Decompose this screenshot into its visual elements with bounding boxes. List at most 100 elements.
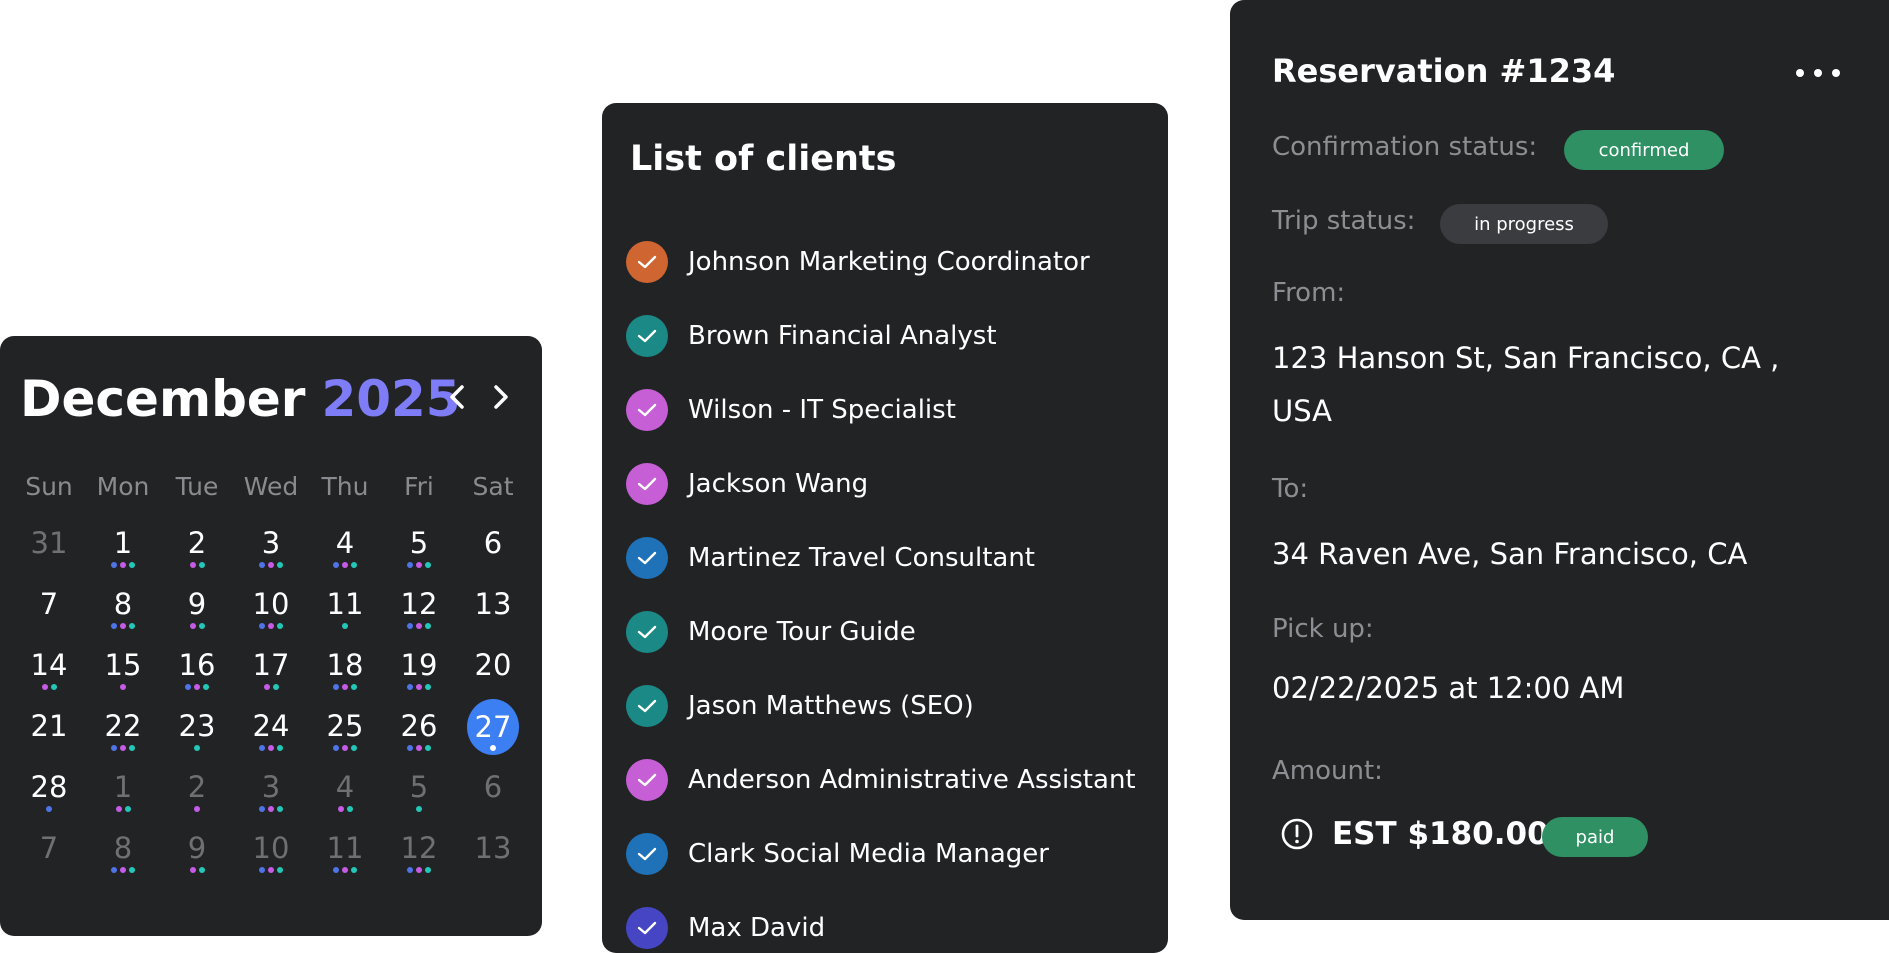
calendar-day[interactable]: 7 [12, 583, 86, 644]
client-list-item[interactable]: Moore Tour Guide [626, 595, 1136, 669]
client-name: Wilson - IT Specialist [688, 395, 956, 425]
client-checkbox[interactable] [626, 907, 668, 949]
event-dot-purple [194, 684, 200, 690]
event-dots [12, 745, 86, 751]
event-dot-teal [277, 806, 283, 812]
event-dot-purple [416, 562, 422, 568]
calendar-day[interactable]: 23 [160, 705, 234, 766]
client-list-item[interactable]: Jason Matthews (SEO) [626, 669, 1136, 743]
calendar-day[interactable]: 24 [234, 705, 308, 766]
event-dot-blue [407, 867, 413, 873]
calendar-day[interactable]: 4 [308, 766, 382, 827]
calendar-day[interactable]: 15 [86, 644, 160, 705]
client-checkbox[interactable] [626, 833, 668, 875]
client-checkbox[interactable] [626, 611, 668, 653]
event-dots [12, 867, 86, 873]
more-horizontal-icon-dot [1832, 69, 1840, 77]
event-dot-teal [129, 623, 135, 629]
client-list-item[interactable]: Wilson - IT Specialist [626, 373, 1136, 447]
event-dot-blue [407, 745, 413, 751]
calendar-day[interactable]: 19 [382, 644, 456, 705]
calendar-day-number: 25 [326, 709, 364, 743]
event-dots [308, 623, 382, 629]
calendar-day[interactable]: 6 [456, 766, 530, 827]
calendar-day[interactable]: 21 [12, 705, 86, 766]
event-dot-purple [416, 867, 422, 873]
client-checkbox[interactable] [626, 537, 668, 579]
event-dot-teal [198, 867, 205, 873]
calendar-day[interactable]: 11 [308, 827, 382, 888]
more-options-button[interactable] [1796, 62, 1840, 84]
calendar-day[interactable]: 2 [160, 766, 234, 827]
calendar-day[interactable]: 10 [234, 583, 308, 644]
event-dot-blue [259, 806, 265, 812]
client-checkbox[interactable] [626, 685, 668, 727]
calendar-day[interactable]: 1 [86, 522, 160, 583]
chevron-right-icon [494, 385, 508, 409]
calendar-day[interactable]: 16 [160, 644, 234, 705]
calendar-day[interactable]: 7 [12, 827, 86, 888]
calendar-day[interactable]: 17 [234, 644, 308, 705]
calendar-day[interactable]: 22 [86, 705, 160, 766]
calendar-day[interactable]: 9 [160, 827, 234, 888]
event-dot-teal [351, 745, 357, 751]
calendar-day[interactable]: 28 [12, 766, 86, 827]
calendar-day[interactable]: 11 [308, 583, 382, 644]
client-name: Jackson Wang [688, 469, 869, 499]
client-checkbox[interactable] [626, 389, 668, 431]
calendar-day[interactable]: 9 [160, 583, 234, 644]
calendar-day[interactable]: 3 [234, 766, 308, 827]
calendar-day[interactable]: 4 [308, 522, 382, 583]
calendar-next-button[interactable] [486, 382, 516, 412]
client-list-item[interactable]: Anderson Administrative Assistant [626, 743, 1136, 817]
event-dot-blue [407, 623, 413, 629]
calendar-month: December [20, 370, 306, 428]
event-dot-teal [425, 867, 431, 873]
client-checkbox[interactable] [626, 463, 668, 505]
calendar-day[interactable]: 5 [382, 522, 456, 583]
calendar-day[interactable]: 1 [86, 766, 160, 827]
client-list-item[interactable]: Johnson Marketing Coordinator [626, 225, 1136, 299]
calendar-day[interactable]: 12 [382, 583, 456, 644]
calendar-day-today[interactable]: 27 [456, 699, 530, 766]
calendar-day[interactable]: 13 [456, 827, 530, 888]
event-dot-purple [189, 623, 196, 629]
event-dot-purple [416, 623, 422, 629]
calendar-day[interactable]: 8 [86, 583, 160, 644]
client-checkbox[interactable] [626, 241, 668, 283]
client-list-item[interactable]: Max David [626, 891, 1136, 953]
client-list-item[interactable]: Martinez Travel Consultant [626, 521, 1136, 595]
clients-card: List of clients Johnson Marketing Coordi… [602, 103, 1168, 953]
calendar-day[interactable]: 2 [160, 522, 234, 583]
calendar-day[interactable]: 14 [12, 644, 86, 705]
calendar-prev-button[interactable] [442, 382, 472, 412]
to-address: 34 Raven Ave, San Francisco, CA [1272, 537, 1748, 571]
event-dot-blue [111, 745, 117, 751]
calendar-day[interactable]: 26 [382, 705, 456, 766]
calendar-day[interactable]: 6 [456, 522, 530, 583]
calendar-day[interactable]: 3 [234, 522, 308, 583]
event-dot-teal [351, 684, 357, 690]
client-list-item[interactable]: Jackson Wang [626, 447, 1136, 521]
client-checkbox[interactable] [626, 315, 668, 357]
calendar-day[interactable]: 8 [86, 827, 160, 888]
calendar-day-number: 14 [30, 648, 68, 682]
calendar-day[interactable]: 25 [308, 705, 382, 766]
calendar-day-number: 31 [30, 526, 68, 560]
calendar-day[interactable]: 10 [234, 827, 308, 888]
calendar-day-number: 6 [483, 526, 503, 560]
event-dots [12, 623, 86, 629]
event-dot-blue [111, 867, 117, 873]
client-list-item[interactable]: Clark Social Media Manager [626, 817, 1136, 891]
calendar-day[interactable]: 18 [308, 644, 382, 705]
calendar-day[interactable]: 31 [12, 522, 86, 583]
event-dot-blue [333, 867, 339, 873]
calendar-day[interactable]: 20 [456, 644, 530, 705]
client-list-item[interactable]: Brown Financial Analyst [626, 299, 1136, 373]
calendar-day[interactable]: 12 [382, 827, 456, 888]
weekday-label: Sat [472, 472, 514, 501]
event-dot-purple [416, 745, 422, 751]
client-checkbox[interactable] [626, 759, 668, 801]
calendar-day[interactable]: 13 [456, 583, 530, 644]
calendar-day[interactable]: 5 [382, 766, 456, 827]
